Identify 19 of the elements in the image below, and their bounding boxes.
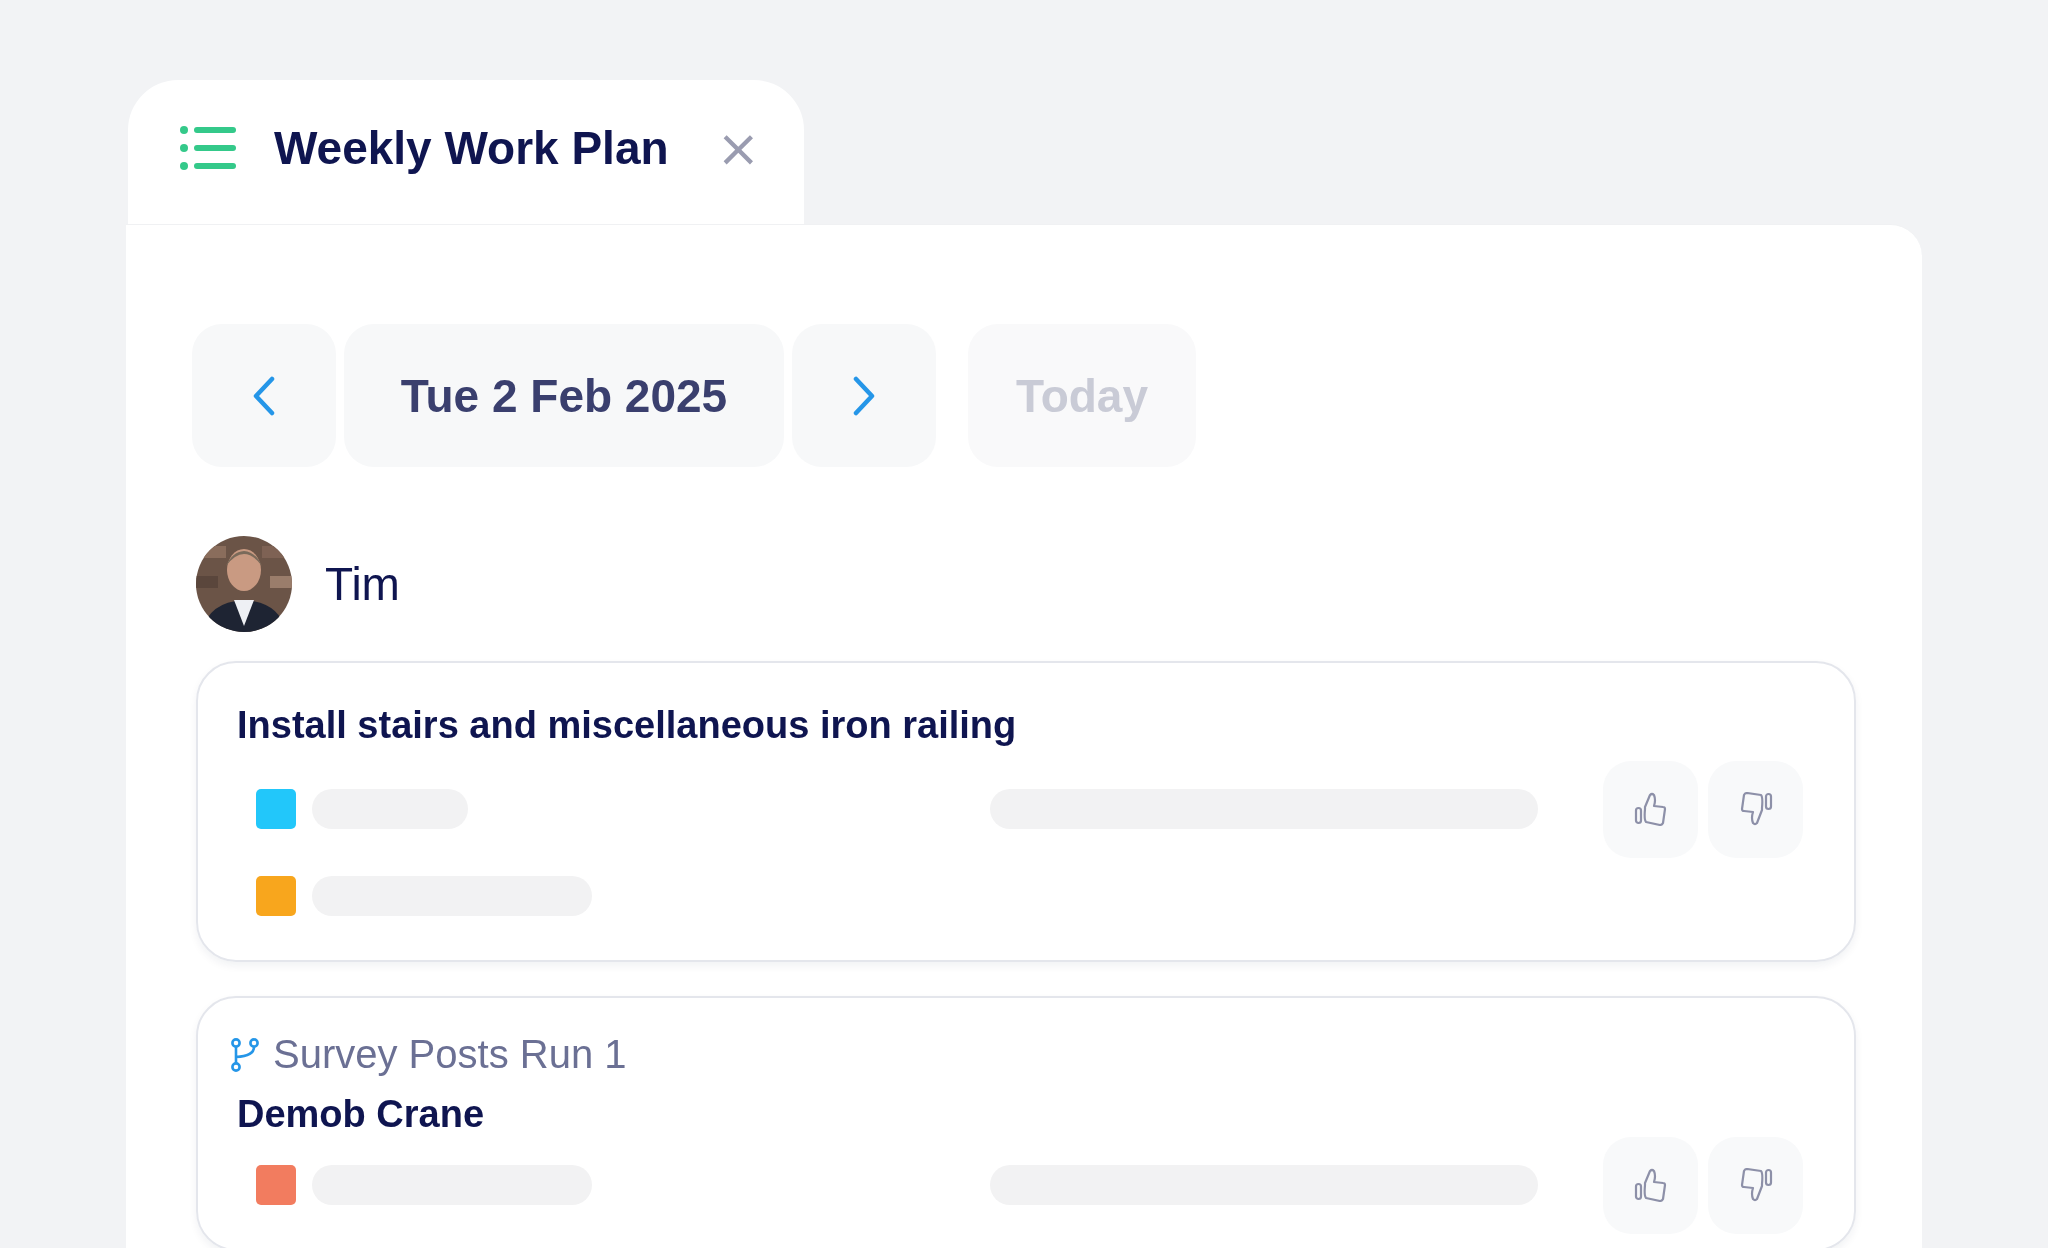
thumbs-down-button[interactable] (1708, 760, 1803, 858)
branch-icon (231, 1037, 259, 1072)
chevron-left-icon (252, 375, 276, 416)
close-button[interactable]: × (712, 122, 764, 174)
task-title: Install stairs and miscellaneous iron railing (237, 703, 1018, 748)
date-button[interactable]: Tue 2 Feb 2025 (344, 324, 784, 467)
chevron-right-icon (852, 375, 876, 416)
thumbs-down-icon (1738, 792, 1773, 826)
thumbs-up-button[interactable] (1603, 760, 1698, 858)
person-name: Tim (325, 557, 400, 611)
thumbs-up-icon (1633, 792, 1668, 826)
parent-task: Survey Posts Run 1 (273, 1032, 627, 1077)
list-icon (180, 126, 236, 170)
task-title: Demob Crane (237, 1092, 486, 1137)
tab-title: Weekly Work Plan (274, 121, 669, 175)
thumbs-up-button[interactable] (1603, 1136, 1698, 1234)
thumbs-up-icon (1633, 1168, 1668, 1202)
thumbs-down-button[interactable] (1708, 1136, 1803, 1234)
thumbs-down-icon (1738, 1168, 1773, 1202)
